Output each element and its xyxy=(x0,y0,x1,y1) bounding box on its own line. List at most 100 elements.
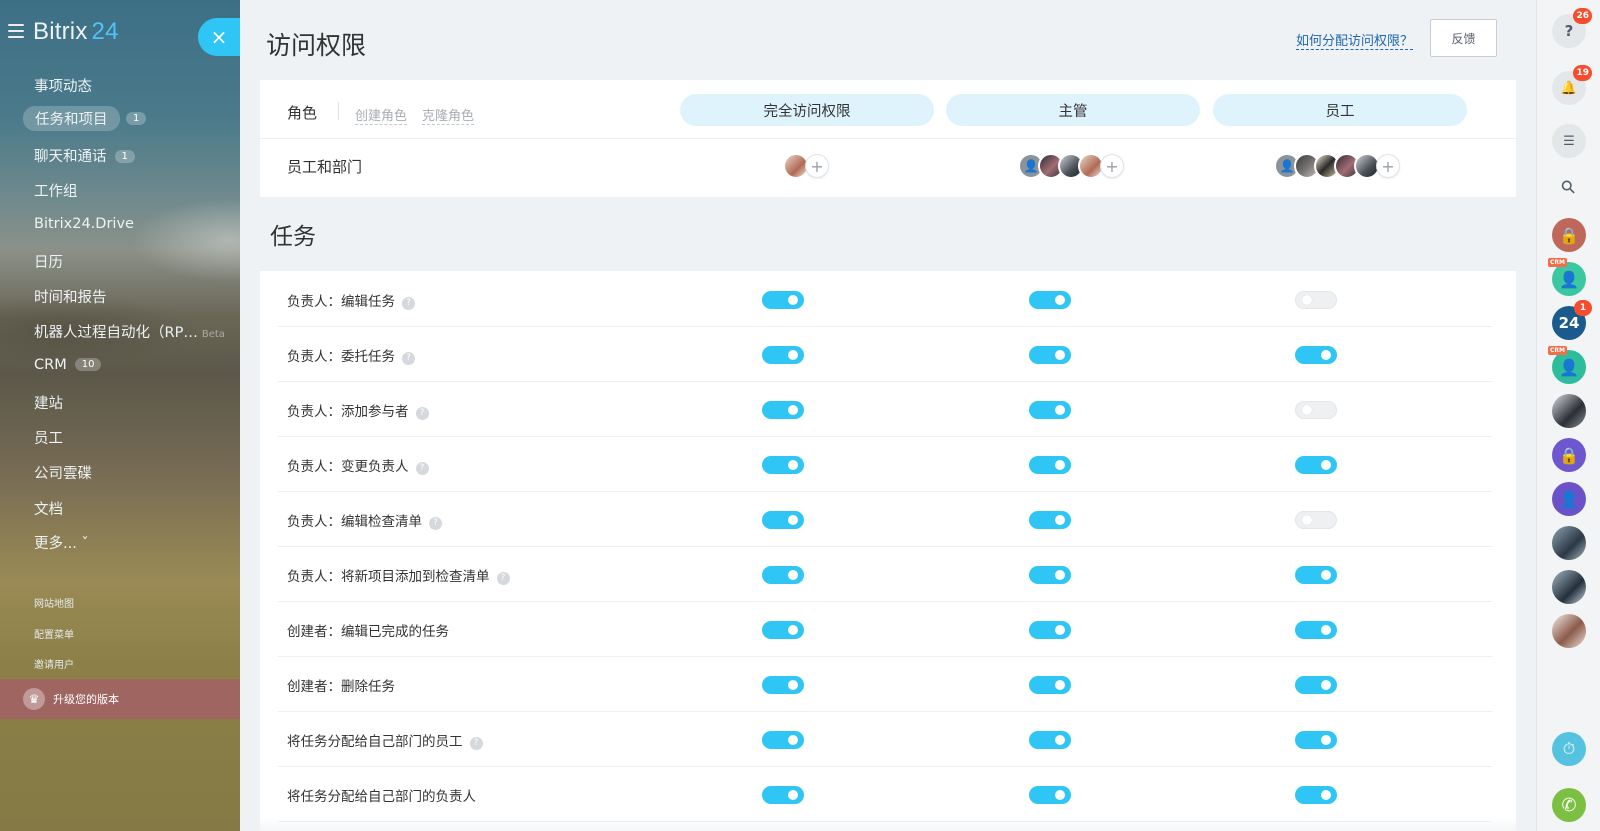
help-hint-icon[interactable]: ? xyxy=(402,352,415,365)
configure-menu-link[interactable]: 配置菜单 xyxy=(34,626,74,641)
crm-contact[interactable]: 👤 CRM xyxy=(1548,346,1586,384)
permission-row: 创建者：编辑已完成的任务 xyxy=(278,601,1492,657)
role-full-access[interactable]: 完全访问权限 xyxy=(680,94,934,126)
permission-toggle[interactable] xyxy=(1029,731,1071,749)
permission-toggle[interactable] xyxy=(762,621,804,639)
toggle-knob xyxy=(788,295,798,305)
create-role-link[interactable]: 创建角色 xyxy=(355,105,408,125)
help-hint-icon[interactable]: ? xyxy=(496,572,510,585)
permission-toggle[interactable] xyxy=(1295,401,1337,419)
permission-toggle[interactable] xyxy=(1029,511,1071,529)
permission-label-text: 负责人：添加参与者 xyxy=(287,404,409,420)
help-hint-icon[interactable]: ? xyxy=(415,462,429,475)
recent-contact[interactable] xyxy=(1552,394,1586,428)
bitrix24-network-chat[interactable]: 24 1 xyxy=(1552,300,1592,340)
toggle-knob xyxy=(1055,405,1065,415)
sidebar-item-documents[interactable]: 文档 xyxy=(34,498,63,519)
add-member-button[interactable]: + xyxy=(1100,154,1124,178)
permission-toggle[interactable] xyxy=(1295,511,1337,529)
permission-toggle[interactable] xyxy=(762,291,804,309)
contact-locked[interactable]: 🔒 xyxy=(1552,218,1586,252)
close-sidebar-button[interactable]: × xyxy=(198,18,240,56)
permission-toggle[interactable] xyxy=(762,401,804,419)
sidebar-item-tasks-projects[interactable]: 任务和项目 xyxy=(23,106,120,131)
recent-contact[interactable]: 👤 xyxy=(1552,482,1586,516)
permission-toggle[interactable] xyxy=(1295,346,1337,364)
help-hint-icon[interactable]: ? xyxy=(429,517,442,530)
bitrix24-logo[interactable]: Bitrix 24 xyxy=(33,18,119,46)
toggle-knob xyxy=(788,460,798,470)
permission-toggle[interactable] xyxy=(1029,456,1071,474)
permission-toggle[interactable] xyxy=(762,731,804,749)
permission-toggle[interactable] xyxy=(1029,676,1071,694)
help-hint-icon[interactable]: ? xyxy=(402,297,415,310)
permission-toggle[interactable] xyxy=(1029,346,1071,364)
add-member-button[interactable]: + xyxy=(1376,154,1400,178)
sidebar-item-label: Bitrix24.Drive xyxy=(34,216,134,232)
permission-toggle[interactable] xyxy=(1029,786,1071,804)
toggle-knob xyxy=(1055,735,1065,745)
permission-toggle[interactable] xyxy=(1295,731,1337,749)
hamburger-menu-icon[interactable] xyxy=(8,24,24,38)
feedback-button[interactable]: 反馈 xyxy=(1430,19,1497,57)
sidebar-item-rpa[interactable]: 机器人过程自动化（RP… Beta xyxy=(34,321,225,342)
how-to-assign-permissions-link[interactable]: 如何分配访问权限？ xyxy=(1296,30,1414,50)
permission-toggle[interactable] xyxy=(1295,456,1337,474)
timeman-button[interactable]: ⏱ xyxy=(1552,732,1586,766)
sidebar-counter-badge: 10 xyxy=(74,358,102,371)
sidebar-item-crm[interactable]: CRM 10 xyxy=(34,357,102,373)
sidebar-item-label: 时间和报告 xyxy=(34,290,107,306)
permission-toggle[interactable] xyxy=(1295,566,1337,584)
notifications-button[interactable]: 🔔 19 xyxy=(1552,65,1592,105)
recent-contact[interactable] xyxy=(1552,570,1586,604)
toggle-knob xyxy=(1321,350,1331,360)
permission-toggle[interactable] xyxy=(762,566,804,584)
permission-toggle[interactable] xyxy=(1295,291,1337,309)
sidebar-item-drive[interactable]: Bitrix24.Drive xyxy=(34,216,134,232)
invite-users-link[interactable]: 邀请用户 xyxy=(34,656,74,671)
permission-toggle[interactable] xyxy=(1029,291,1071,309)
upgrade-plan-button[interactable]: ♛ 升级您的版本 xyxy=(0,679,240,719)
permission-toggle[interactable] xyxy=(1295,786,1337,804)
recent-contact[interactable] xyxy=(1552,526,1586,560)
permission-toggle[interactable] xyxy=(762,676,804,694)
permission-toggle[interactable] xyxy=(1029,401,1071,419)
permission-toggle[interactable] xyxy=(1029,566,1071,584)
call-button[interactable]: ✆ xyxy=(1552,788,1586,822)
messenger-button[interactable]: ☰ xyxy=(1552,124,1586,158)
toggle-knob xyxy=(1321,735,1331,745)
help-hint-icon[interactable]: ? xyxy=(469,737,483,750)
sitemap-link[interactable]: 网站地图 xyxy=(34,595,74,610)
sidebar-item-calendar[interactable]: 日历 xyxy=(34,251,63,272)
permission-label-text: 将任务分配给自己部门的员工 xyxy=(287,734,463,750)
recent-contact[interactable] xyxy=(1552,614,1586,648)
help-hint-icon[interactable]: ? xyxy=(415,407,429,420)
help-button[interactable]: ? 26 xyxy=(1552,8,1592,48)
sidebar-item-workgroups[interactable]: 工作组 xyxy=(34,180,78,201)
toggle-knob xyxy=(788,350,798,360)
role-manager[interactable]: 主管 xyxy=(946,94,1200,126)
sidebar-item-employees[interactable]: 员工 xyxy=(34,427,63,448)
permission-label-text: 负责人：编辑任务 xyxy=(287,294,395,310)
permission-toggle[interactable] xyxy=(762,511,804,529)
crm-contact[interactable]: 👤 CRM xyxy=(1548,258,1586,296)
add-member-button[interactable]: + xyxy=(805,154,829,178)
clone-role-link[interactable]: 克隆角色 xyxy=(422,105,475,125)
role-employee[interactable]: 员工 xyxy=(1213,94,1467,126)
sidebar-item-time-reports[interactable]: 时间和报告 xyxy=(34,286,107,307)
permission-toggle[interactable] xyxy=(762,456,804,474)
contact-locked[interactable]: 🔒 xyxy=(1552,438,1586,472)
toggle-knob xyxy=(1302,515,1312,525)
search-button[interactable]: ⚲ xyxy=(1552,170,1586,204)
permission-toggle[interactable] xyxy=(762,346,804,364)
sidebar-item-company-drive[interactable]: 公司雲碟 xyxy=(34,462,92,483)
sidebar-item-more[interactable]: 更多... ˇ xyxy=(34,532,89,553)
permission-toggle[interactable] xyxy=(1029,621,1071,639)
sidebar-item-sites[interactable]: 建站 xyxy=(34,392,63,413)
sidebar-item-chats-calls[interactable]: 聊天和通话 1 xyxy=(34,145,135,166)
permission-row: 负责人：变更负责人? xyxy=(278,436,1492,492)
permission-toggle[interactable] xyxy=(762,786,804,804)
permission-toggle[interactable] xyxy=(1295,621,1337,639)
permission-toggle[interactable] xyxy=(1295,676,1337,694)
sidebar-item-activity-stream[interactable]: 事项动态 xyxy=(34,75,92,96)
